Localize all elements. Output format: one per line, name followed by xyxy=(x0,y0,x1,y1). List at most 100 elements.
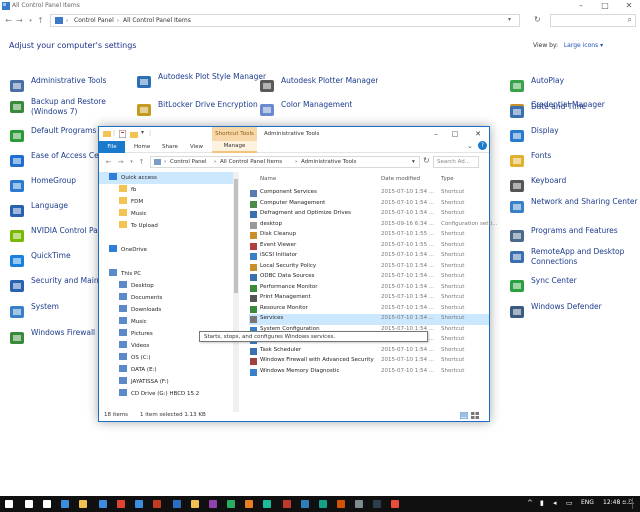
explorer-forward-arrow-icon[interactable]: → xyxy=(116,154,125,170)
ribbon-tab-manage[interactable]: Manage xyxy=(212,141,257,153)
taskbar-app-icon[interactable] xyxy=(152,499,162,509)
nav-item-os-c[interactable]: OS (C:) xyxy=(99,352,239,364)
nav-item-this-pc[interactable]: This PC xyxy=(99,268,239,280)
file-row-task-scheduler[interactable]: Task Scheduler 2015-07-10 1:54 ... Short… xyxy=(249,346,489,357)
cp-item-network-and-sharing-center[interactable]: Network and Sharing Center xyxy=(509,197,640,219)
breadcrumb-all-items[interactable]: All Control Panel Items xyxy=(123,17,191,24)
nav-item-cd-drive-g-hbcd-15-2[interactable]: CD Drive (G:) HBCD 15.2 xyxy=(99,388,239,400)
properties-icon[interactable] xyxy=(119,130,126,138)
navigation-scrollbar-thumb[interactable] xyxy=(234,179,238,293)
taskbar-file-explorer-icon[interactable] xyxy=(78,499,88,509)
cp-item-autodesk-plotter-manager[interactable]: Autodesk Plotter Manager xyxy=(259,76,391,98)
details-view-icon[interactable] xyxy=(460,412,468,419)
taskbar-app-icon[interactable] xyxy=(262,499,272,509)
view-by-chevron-icon[interactable]: ▾ xyxy=(600,42,603,49)
ribbon-tab-view[interactable]: View xyxy=(190,144,203,150)
taskbar-task-view-icon[interactable] xyxy=(42,499,52,509)
input-language[interactable]: ENG xyxy=(581,499,594,506)
ribbon-tab-share[interactable]: Share xyxy=(162,144,178,150)
control-panel-address-bar[interactable]: › Control Panel › All Control Panel Item… xyxy=(50,14,520,27)
file-row-windows-firewall-with-advanced-security[interactable]: Windows Firewall with Advanced Security … xyxy=(249,356,489,367)
expand-ribbon-chevron-icon[interactable]: ⌄ xyxy=(467,142,473,150)
nav-item-documents[interactable]: Documents xyxy=(99,292,239,304)
quick-access-toolbar-icon[interactable] xyxy=(103,130,111,138)
explorer-recent-chevron-icon[interactable]: ▾ xyxy=(127,154,136,170)
volume-icon[interactable]: ◂ xyxy=(553,499,557,507)
maximize-button[interactable]: □ xyxy=(600,1,610,11)
file-row-services[interactable]: Services 2015-07-10 1:54 ... Shortcut xyxy=(249,314,489,325)
column-type[interactable]: Type xyxy=(441,176,454,182)
nav-item-jayatissa-f[interactable]: JAYATISSA (F:) xyxy=(99,376,239,388)
cp-item-display[interactable]: Display xyxy=(509,126,640,148)
help-icon[interactable]: ? xyxy=(478,141,487,150)
close-button[interactable]: ✕ xyxy=(624,1,634,11)
clock[interactable]: 12:48 ප.ව. xyxy=(603,499,634,507)
taskbar-mail-icon[interactable] xyxy=(134,499,144,509)
taskbar-start-windows-icon[interactable] xyxy=(4,499,14,509)
up-arrow-icon[interactable]: ↑ xyxy=(36,13,45,29)
taskbar-app-icon[interactable] xyxy=(172,499,182,509)
breadcrumb-control-panel[interactable]: Control Panel xyxy=(74,17,114,24)
recent-chevron-icon[interactable]: ▾ xyxy=(26,13,35,29)
file-row-windows-memory-diagnostic[interactable]: Windows Memory Diagnostic 2015-07-10 1:5… xyxy=(249,367,489,378)
network-icon[interactable]: ▮ xyxy=(540,499,544,507)
taskbar-app-icon[interactable] xyxy=(226,499,236,509)
explorer-maximize-button[interactable]: □ xyxy=(448,129,462,139)
explorer-breadcrumb-all-items[interactable]: All Control Panel Items xyxy=(220,159,282,165)
file-row-disk-cleanup[interactable]: Disk Cleanup 2015-07-10 1:55 ... Shortcu… xyxy=(249,230,489,241)
taskbar-edge-icon[interactable] xyxy=(60,499,70,509)
nav-item-fdm[interactable]: FDM xyxy=(99,196,239,208)
cp-item-keyboard[interactable]: Keyboard xyxy=(509,176,640,198)
cp-item-date-and-time[interactable]: Date and Time xyxy=(509,102,640,124)
explorer-breadcrumb-control-panel[interactable]: Control Panel xyxy=(170,159,206,165)
taskbar-app-icon[interactable] xyxy=(354,499,364,509)
nav-item-to-upload[interactable]: To Upload xyxy=(99,220,239,232)
taskbar-quicktime-taskbar-icon[interactable] xyxy=(190,499,200,509)
explorer-close-button[interactable]: ✕ xyxy=(471,129,485,139)
explorer-search-input[interactable]: Search Ad... xyxy=(433,156,479,168)
file-row-computer-management[interactable]: Computer Management 2015-07-10 1:54 ... … xyxy=(249,199,489,210)
file-row-desktop[interactable]: desktop 2015-09-16 6:34 ... Configuratio… xyxy=(249,220,497,231)
show-desktop-button[interactable] xyxy=(632,498,639,509)
minimize-button[interactable]: – xyxy=(576,1,586,11)
column-date-modified[interactable]: Date modified xyxy=(381,176,420,182)
nav-item-desktop[interactable]: Desktop xyxy=(99,280,239,292)
cp-item-remoteapp-and-desktop-connections[interactable]: RemoteApp and Desktop Connections xyxy=(509,247,640,269)
explorer-minimize-button[interactable]: – xyxy=(429,129,443,139)
new-folder-icon[interactable] xyxy=(130,130,138,138)
cp-item-windows-defender[interactable]: Windows Defender xyxy=(509,302,640,324)
cp-item-color-management[interactable]: Color Management xyxy=(259,100,391,122)
taskbar-search-icon[interactable] xyxy=(24,499,34,509)
taskbar-app-icon[interactable] xyxy=(244,499,254,509)
cp-item-bitlocker-drive-encryption[interactable]: BitLocker Drive Encryption xyxy=(136,100,278,122)
file-row-performance-monitor[interactable]: Performance Monitor 2015-07-10 1:54 ... … xyxy=(249,283,489,294)
file-row-resource-monitor[interactable]: Resource Monitor 2015-07-10 1:54 ... Sho… xyxy=(249,304,489,315)
taskbar-app-icon[interactable] xyxy=(318,499,328,509)
file-row-iscsi-initiator[interactable]: iSCSI Initiator 2015-07-10 1:54 ... Shor… xyxy=(249,251,489,262)
nav-item-quick-access[interactable]: Quick access xyxy=(99,172,239,184)
explorer-back-arrow-icon[interactable]: ← xyxy=(104,154,113,170)
file-row-component-services[interactable]: Component Services 2015-07-10 1:54 ... S… xyxy=(249,188,489,199)
cp-item-administrative-tools[interactable]: Administrative Tools xyxy=(9,76,119,98)
nav-item-music[interactable]: Music xyxy=(99,208,239,220)
explorer-refresh-icon[interactable]: ↻ xyxy=(423,156,430,165)
explorer-breadcrumb-admin-tools[interactable]: Administrative Tools xyxy=(301,159,356,165)
file-row-local-security-policy[interactable]: Local Security Policy 2015-07-10 1:54 ..… xyxy=(249,262,489,273)
nav-item-fb[interactable]: fb xyxy=(99,184,239,196)
explorer-address-bar[interactable]: › Control Panel › All Control Panel Item… xyxy=(150,156,420,168)
nav-item-onedrive[interactable]: OneDrive xyxy=(99,244,239,256)
file-row-defragment-and-optimize-drives[interactable]: Defragment and Optimize Drives 2015-07-1… xyxy=(249,209,489,220)
cp-item-programs-and-features[interactable]: Programs and Features xyxy=(509,226,640,248)
cp-item-backup-and-restore-windows-7[interactable]: Backup and Restore (Windows 7) xyxy=(9,97,119,119)
forward-arrow-icon[interactable]: → xyxy=(15,13,24,29)
file-row-event-viewer[interactable]: Event Viewer 2015-07-10 1:55 ... Shortcu… xyxy=(249,241,489,252)
show-hidden-icons-chevron-icon[interactable]: ^ xyxy=(527,499,533,507)
cp-item-sync-center[interactable]: Sync Center xyxy=(509,276,640,298)
file-row-odbc-data-sources[interactable]: ODBC Data Sources 2015-07-10 1:54 ... Sh… xyxy=(249,272,489,283)
taskbar-chrome-icon[interactable] xyxy=(116,499,126,509)
cp-item-fonts[interactable]: Fonts xyxy=(509,151,640,173)
file-row-print-management[interactable]: Print Management 2015-07-10 1:54 ... Sho… xyxy=(249,293,489,304)
toolbar-dropdown-icon[interactable]: ▾ xyxy=(141,129,144,136)
back-arrow-icon[interactable]: ← xyxy=(4,13,13,29)
cp-item-autodesk-plot-style-manager[interactable]: Autodesk Plot Style Manager xyxy=(136,72,278,94)
